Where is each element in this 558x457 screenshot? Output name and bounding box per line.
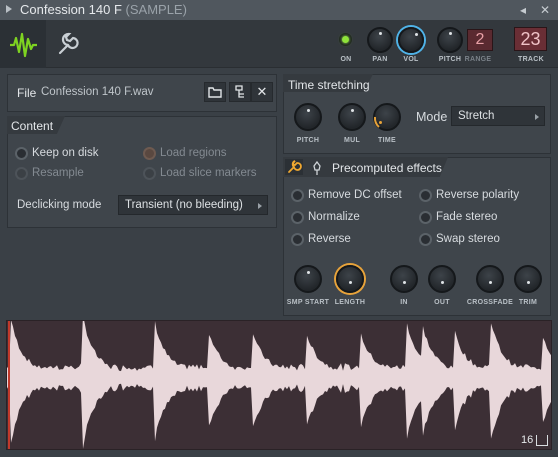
fade-stereo-radio[interactable] [419, 211, 432, 224]
close-icon[interactable]: ✕ [538, 3, 552, 17]
track-label: TRACK [518, 56, 544, 63]
fade-in-label: IN [400, 299, 408, 306]
title-sub: (SAMPLE) [125, 2, 187, 17]
pitch-label: PITCH [438, 56, 462, 63]
ts-pitch-label: PITCH [296, 137, 320, 144]
precomputed-wrench-button[interactable] [285, 159, 303, 175]
length-knob[interactable] [336, 265, 364, 293]
load-slice-markers-label: Load slice markers [160, 167, 257, 179]
mode-dropdown[interactable]: Stretch [451, 106, 545, 126]
window-title: Confession 140 F (SAMPLE) [20, 2, 187, 17]
fade-out-label: OUT [434, 299, 450, 306]
file-label: File [17, 86, 37, 100]
mode-label: Mode [416, 110, 448, 124]
load-regions-radio[interactable] [143, 147, 156, 160]
resample-radio[interactable] [15, 167, 28, 180]
ts-time-arc-icon [373, 116, 380, 128]
wrench-icon [58, 32, 79, 55]
volume-knob[interactable] [398, 27, 424, 53]
keep-on-disk-label: Keep on disk [32, 147, 99, 159]
detach-icon[interactable]: ◂ [516, 3, 530, 17]
swap-stereo-label: Swap stereo [436, 233, 500, 245]
content-header: Content [11, 119, 54, 133]
fade-out-knob[interactable] [428, 265, 456, 293]
window-menu-arrow-icon[interactable] [6, 5, 12, 13]
channel-on-button[interactable] [339, 33, 352, 46]
tree-icon [235, 85, 244, 98]
normalize-label: Normalize [308, 211, 360, 223]
on-led-icon [342, 36, 349, 43]
mode-value: Stretch [458, 110, 495, 122]
remove-file-button[interactable]: ✕ [251, 82, 273, 102]
swap-stereo-radio[interactable] [419, 233, 432, 246]
declicking-label: Declicking mode [17, 199, 102, 211]
precomputed-header: Precomputed effects [332, 161, 442, 175]
resample-label: Resample [32, 167, 84, 179]
pan-label: PAN [372, 56, 388, 63]
smp-start-knob[interactable] [294, 265, 322, 293]
normalize-radio[interactable] [291, 211, 304, 224]
pitch-range-display[interactable]: 2 [467, 29, 493, 51]
start-marker[interactable] [8, 321, 10, 449]
declicking-dropdown[interactable]: Transient (no bleeding) [118, 195, 268, 215]
reverse-label: Reverse [308, 233, 351, 245]
crossfade-knob[interactable] [476, 265, 504, 293]
reverse-polarity-label: Reverse polarity [436, 189, 520, 201]
time-stretching-header: Time stretching [288, 78, 370, 92]
waveform-display[interactable] [6, 314, 552, 450]
mixer-track-display[interactable]: 23 [514, 27, 547, 51]
smp-start-label: SMP START [286, 299, 330, 306]
remove-dc-label: Remove DC offset [308, 189, 402, 201]
declicking-value: Transient (no bleeding) [125, 199, 243, 211]
ts-mul-knob[interactable] [338, 103, 366, 131]
folder-icon [208, 87, 222, 98]
close-icon: ✕ [256, 84, 268, 99]
length-label: LENGTH [334, 299, 366, 306]
open-file-button[interactable] [204, 82, 226, 102]
fade-stereo-label: Fade stereo [436, 211, 498, 223]
tab-misc[interactable] [46, 20, 86, 68]
title-main: Confession 140 F [20, 2, 122, 17]
fade-in-knob[interactable] [390, 265, 418, 293]
trim-knob[interactable] [514, 265, 542, 293]
wrench-icon [288, 160, 302, 173]
file-name: Confession 140 F.wav [41, 86, 154, 98]
reverse-polarity-radio[interactable] [419, 189, 432, 202]
remove-dc-radio[interactable] [291, 189, 304, 202]
waveform-graphic [7, 314, 551, 449]
load-slice-markers-radio[interactable] [143, 167, 156, 180]
ts-pitch-knob[interactable] [294, 103, 322, 131]
loop-icon[interactable] [536, 435, 548, 446]
ts-mul-label: MUL [343, 137, 361, 144]
range-label: RANGE [464, 56, 492, 63]
waveform-tab-icon [10, 32, 37, 58]
reverse-radio[interactable] [291, 233, 304, 246]
locate-file-button[interactable] [229, 82, 251, 102]
on-label: ON [340, 56, 352, 63]
pan-knob[interactable] [367, 27, 393, 53]
chevron-right-icon [535, 114, 539, 120]
vol-label: VOL [403, 56, 419, 63]
waveform-shape [7, 314, 551, 449]
pitch-knob[interactable] [437, 27, 463, 53]
ts-time-label: TIME [378, 137, 396, 144]
crossfade-label: CROSSFADE [466, 299, 514, 306]
zoom-value: 16 [521, 434, 534, 446]
tab-sample[interactable] [0, 20, 46, 68]
keep-on-disk-radio[interactable] [15, 147, 28, 160]
trim-label: TRIM [518, 299, 538, 306]
load-regions-label: Load regions [160, 147, 227, 159]
chevron-right-icon [258, 203, 262, 209]
pin-icon[interactable] [310, 160, 324, 176]
